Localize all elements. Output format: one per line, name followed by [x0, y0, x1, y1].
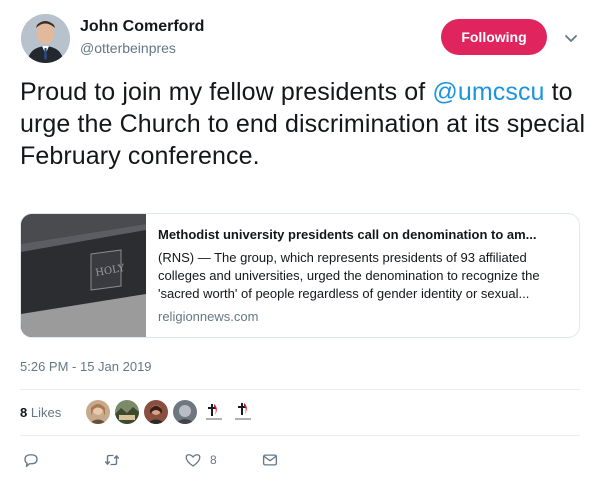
cross-flame-logo-icon[interactable] [231, 400, 255, 424]
reply-button[interactable] [22, 450, 40, 470]
retweet-button[interactable] [103, 450, 121, 470]
retweet-icon [104, 454, 120, 466]
following-button[interactable]: Following [441, 19, 547, 55]
bible-photo-icon: HOLY [21, 214, 146, 337]
author-avatar[interactable] [21, 14, 70, 63]
card-body: Methodist university presidents call on … [146, 214, 579, 337]
heart-icon [185, 454, 201, 467]
liker-avatar[interactable] [115, 400, 139, 424]
divider [20, 435, 580, 436]
likes-label: Likes [30, 405, 62, 420]
liker-avatar[interactable] [144, 400, 168, 424]
envelope-icon [262, 454, 278, 466]
card-domain: religionnews.com [158, 309, 259, 324]
mention-link[interactable]: @umcscu [432, 78, 544, 106]
likers-list [86, 400, 255, 424]
likes-count[interactable]: 8 Likes [20, 405, 61, 420]
author-name[interactable]: John Comerford [80, 18, 204, 36]
author-handle[interactable]: @otterbeinpres [80, 40, 176, 56]
profile-photo-icon [21, 14, 70, 63]
like-button[interactable]: 8 [184, 450, 217, 470]
direct-message-button[interactable] [261, 450, 279, 470]
tweet-text-part: Proud to join my fellow presidents of [20, 78, 433, 106]
like-count: 8 [210, 453, 217, 467]
cross-flame-logo-icon[interactable] [202, 400, 226, 424]
tweet-detail: John Comerford @otterbeinpres Following … [0, 0, 606, 501]
liker-avatar[interactable] [173, 400, 197, 424]
card-description: (RNS) — The group, which represents pres… [158, 250, 540, 301]
divider [20, 389, 580, 390]
liker-avatar[interactable] [86, 400, 110, 424]
card-title[interactable]: Methodist university presidents call on … [158, 226, 567, 244]
tweet-timestamp[interactable]: 5:26 PM - 15 Jan 2019 [20, 359, 152, 374]
card-image: HOLY [21, 214, 146, 337]
link-card[interactable]: HOLY Methodist university presidents cal… [20, 213, 580, 338]
reply-icon [24, 454, 38, 468]
likes-number: 8 [20, 405, 28, 420]
chevron-down-icon[interactable] [563, 30, 579, 46]
tweet-text: Proud to join my fellow presidents of @u… [20, 76, 590, 172]
